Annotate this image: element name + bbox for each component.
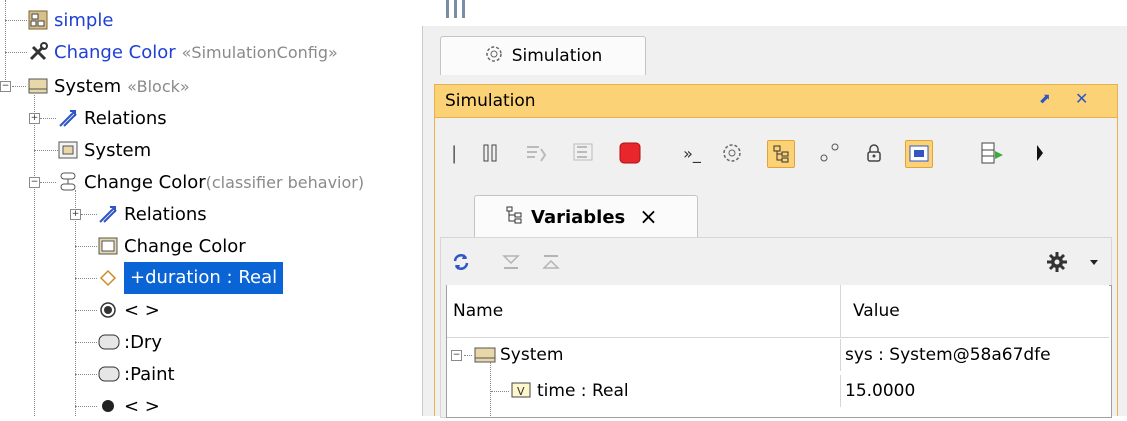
property-icon	[98, 268, 118, 288]
tree-item-label: < >	[124, 299, 160, 321]
gear-icon[interactable]	[1044, 249, 1070, 275]
expand-toggle[interactable]: +	[29, 113, 40, 124]
step-back-icon[interactable]: ❘	[441, 140, 467, 166]
column-header-label: Value	[853, 301, 900, 321]
tree-item-paint[interactable]: :Paint	[98, 359, 175, 389]
close-tab-icon[interactable]: ×	[639, 205, 657, 230]
close-icon[interactable]: ✕	[1075, 89, 1088, 108]
value-property-icon: V	[511, 381, 531, 401]
state-icon	[98, 364, 120, 384]
tree-item-relations[interactable]: Relations	[58, 103, 167, 133]
console-icon[interactable]: »_	[679, 140, 705, 166]
splitter-handle[interactable]	[446, 0, 484, 20]
refresh-icon[interactable]	[450, 249, 472, 275]
pause-icon[interactable]	[477, 140, 503, 166]
final-state-icon	[98, 396, 118, 416]
tab-simulation[interactable]: Simulation	[440, 36, 646, 75]
tree-item-system-block[interactable]: System «Block»	[28, 71, 190, 101]
initial-state-icon	[98, 300, 118, 320]
stop-icon[interactable]	[617, 140, 643, 166]
tree-item-simple[interactable]: simple	[28, 5, 113, 35]
diagram-icon	[58, 140, 78, 160]
variables-icon[interactable]	[767, 140, 795, 168]
tree-item-label: System	[84, 139, 152, 161]
tree-item-label: Relations	[84, 107, 167, 129]
collapse-toggle[interactable]: −	[451, 349, 462, 361]
table-cell-value[interactable]: sys : System@58a67dfe	[841, 339, 1109, 371]
tree-item-label: Change Color	[84, 171, 206, 193]
tab-variables[interactable]: Variables ×	[474, 195, 698, 238]
tree-item-final[interactable]: < >	[98, 391, 160, 421]
tree-item-label: Change Color	[124, 235, 246, 257]
simulation-title-bar: Simulation ⬈ ✕	[434, 84, 1118, 118]
row-value: 15.0000	[845, 381, 916, 401]
stereotype-label: (classifier behavior)	[205, 172, 365, 192]
panel-title: Simulation	[445, 91, 536, 111]
block-icon	[28, 76, 48, 96]
table-cell-value[interactable]: 15.0000	[841, 375, 1109, 407]
export-icon[interactable]	[979, 140, 1005, 166]
package-icon	[28, 10, 48, 30]
tree-item-dry[interactable]: :Dry	[98, 327, 162, 357]
containment-tree: − + − + simple Change Color «SimulationC…	[0, 0, 420, 417]
tree-item-duration[interactable]: +duration : Real	[98, 262, 284, 294]
tree-guide	[5, 0, 6, 88]
tab-label: Variables	[531, 206, 626, 228]
tab-label: Simulation	[511, 46, 603, 66]
expand-toggle[interactable]: +	[70, 209, 81, 220]
tree-item-change-color-config[interactable]: Change Color «SimulationConfig»	[28, 37, 338, 67]
block-icon	[474, 345, 496, 365]
stereotype-label: «Block»	[127, 76, 190, 96]
column-header-label: Name	[453, 301, 504, 321]
tools-icon	[28, 42, 48, 62]
more-icon[interactable]	[1027, 140, 1053, 166]
svg-text:V: V	[517, 385, 525, 398]
collapse-toggle[interactable]: −	[0, 81, 11, 92]
tree-item-label: Relations	[124, 203, 207, 225]
tree-item-label: System	[54, 75, 122, 97]
tree-item-system-diagram[interactable]: System	[58, 135, 151, 165]
tree-item-change-color-diagram[interactable]: Change Color	[98, 231, 246, 261]
column-header-value[interactable]: Value	[841, 285, 1109, 338]
column-header-name[interactable]: Name	[447, 285, 841, 338]
tree-item-initial[interactable]: < >	[98, 295, 160, 325]
state-diagram-icon	[98, 236, 118, 256]
step-over-icon[interactable]	[571, 140, 597, 166]
collapse-toggle[interactable]: −	[29, 177, 40, 188]
tree-item-label-selected: +duration : Real	[124, 262, 284, 294]
step-into-icon[interactable]	[523, 140, 549, 166]
restore-icon[interactable]: ⬈	[1039, 91, 1051, 107]
chevron-down-icon[interactable]	[1086, 249, 1102, 275]
lock-icon[interactable]	[861, 140, 887, 166]
simulation-toolbar: ❘ »_	[434, 118, 1118, 190]
stereotype-label: «SimulationConfig»	[181, 42, 338, 62]
table-row[interactable]: − System	[447, 339, 841, 371]
tree-item-label: :Dry	[124, 331, 162, 353]
relations-icon	[98, 204, 118, 224]
simulation-icon[interactable]	[719, 140, 745, 166]
state-machine-icon	[58, 172, 78, 192]
tree-guide	[75, 190, 76, 416]
tree-item-change-color-behavior[interactable]: Change Color (classifier behavior)	[58, 167, 364, 197]
state-icon	[98, 332, 120, 352]
row-value: sys : System@58a67dfe	[845, 345, 1051, 365]
animate-icon[interactable]	[905, 140, 933, 168]
tree-item-label: simple	[54, 9, 114, 31]
table-row[interactable]: V time : Real	[447, 375, 841, 407]
breakpoints-icon[interactable]	[817, 140, 843, 166]
row-name: System	[500, 345, 564, 365]
simulation-icon	[484, 44, 504, 69]
variables-icon	[505, 206, 523, 229]
expand-icon[interactable]	[540, 249, 562, 275]
row-name: time : Real	[537, 381, 629, 401]
collapse-icon[interactable]	[500, 249, 522, 275]
tree-item-label: :Paint	[124, 363, 175, 385]
tree-item-relations[interactable]: Relations	[98, 199, 207, 229]
relations-icon	[58, 108, 78, 128]
tree-guide	[34, 95, 35, 416]
tree-item-label: < >	[124, 395, 160, 417]
tree-item-label: Change Color	[54, 41, 176, 63]
